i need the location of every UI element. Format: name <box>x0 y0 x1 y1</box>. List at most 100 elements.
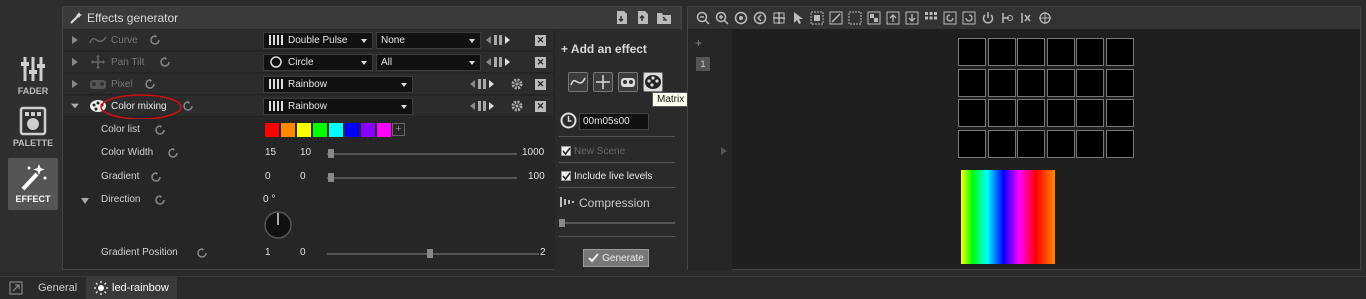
color-swatch[interactable] <box>297 123 311 137</box>
previous-icon[interactable] <box>486 58 491 66</box>
matrix-cell[interactable] <box>987 99 1016 127</box>
expand-arrow-icon[interactable] <box>71 79 79 89</box>
matrix-cell[interactable] <box>1105 129 1134 158</box>
pause-icon[interactable] <box>494 57 502 67</box>
matrix-cell[interactable] <box>958 99 986 127</box>
matrix-cell[interactable] <box>1017 99 1045 127</box>
add-matrix-effect-button[interactable] <box>643 72 663 92</box>
matrix-cell[interactable] <box>1105 99 1134 127</box>
matrix-cell[interactable] <box>1076 129 1104 158</box>
move-icon[interactable] <box>772 11 786 25</box>
expand-arrow-icon[interactable] <box>71 35 79 45</box>
matrix-cell[interactable] <box>987 129 1016 158</box>
reset-icon[interactable] <box>160 57 170 67</box>
gradient-position-slider-thumb[interactable] <box>427 249 433 258</box>
pause-icon[interactable] <box>478 79 486 89</box>
effect-tool[interactable]: EFFECT <box>8 158 58 210</box>
matrix-cell[interactable] <box>958 129 986 158</box>
color-swatch[interactable] <box>361 123 375 137</box>
select-grid-icon[interactable] <box>810 11 824 25</box>
add-color-button[interactable]: + <box>392 123 405 136</box>
play-icon[interactable] <box>505 58 510 66</box>
remove-effect-button[interactable]: ✕ <box>535 79 546 90</box>
matrix-cell[interactable] <box>987 68 1016 97</box>
fixture-settings-icon[interactable] <box>1000 11 1014 25</box>
open-folder-icon[interactable] <box>656 10 673 25</box>
rotate-left-icon[interactable] <box>943 11 957 25</box>
gradient-slider-track[interactable] <box>327 177 517 179</box>
remove-effect-button[interactable]: ✕ <box>535 57 546 68</box>
tab-led-rainbow[interactable]: led-rainbow <box>86 277 177 299</box>
zoom-in-icon[interactable] <box>715 11 729 25</box>
play-icon[interactable] <box>489 102 494 110</box>
matrix-cell[interactable] <box>1105 38 1134 66</box>
move-down-icon[interactable] <box>905 11 919 25</box>
color-width-slider-thumb[interactable] <box>328 149 334 158</box>
effect-row-curve[interactable]: Curve Double Pulse None ✕ <box>63 30 553 51</box>
add-pixel-effect-button[interactable] <box>618 72 638 92</box>
matrix-cell[interactable] <box>1076 68 1104 97</box>
pause-icon[interactable] <box>494 35 502 45</box>
reset-icon[interactable] <box>197 248 207 258</box>
pan-tilt-group-select[interactable]: All <box>376 53 481 71</box>
gear-icon[interactable] <box>511 78 523 90</box>
move-up-icon[interactable] <box>886 11 900 25</box>
color-swatch[interactable] <box>281 123 295 137</box>
play-icon[interactable] <box>505 36 510 44</box>
pause-icon[interactable] <box>478 101 486 111</box>
load-file-icon[interactable] <box>635 10 650 25</box>
color-swatch[interactable] <box>377 123 391 137</box>
color-swatch[interactable] <box>265 123 279 137</box>
matrix-cell[interactable] <box>1017 129 1045 158</box>
expand-arrow-icon[interactable] <box>721 147 727 155</box>
color-width-slider-track[interactable] <box>327 153 517 155</box>
remove-effect-button[interactable]: ✕ <box>535 101 546 112</box>
reset-icon[interactable] <box>150 35 160 45</box>
add-curve-effect-button[interactable] <box>568 72 588 92</box>
matrix-cell[interactable] <box>987 38 1016 66</box>
power-icon[interactable] <box>981 11 995 25</box>
previous-icon[interactable] <box>470 102 475 110</box>
gradient-value-2[interactable]: 0 <box>300 171 306 182</box>
reset-icon[interactable] <box>155 195 165 205</box>
effect-row-pixel[interactable]: Pixel Rainbow ✕ <box>63 74 553 95</box>
include-live-levels-checkbox[interactable] <box>561 171 571 181</box>
matrix-cell[interactable] <box>958 38 986 66</box>
expand-arrow-icon[interactable] <box>71 57 79 67</box>
matrix-cell[interactable] <box>1017 68 1045 97</box>
fader-tool[interactable]: FADER <box>8 54 58 100</box>
remove-effect-button[interactable]: ✕ <box>535 35 546 46</box>
color-swatch[interactable] <box>313 123 327 137</box>
reset-icon[interactable] <box>155 125 165 135</box>
reset-icon[interactable] <box>168 148 178 158</box>
effect-row-pan-tilt[interactable]: Pan Tilt Circle All ✕ <box>63 52 553 73</box>
matrix-cell[interactable] <box>1046 68 1075 97</box>
reset-icon[interactable] <box>183 101 193 111</box>
direction-dial[interactable] <box>263 210 293 240</box>
reset-icon[interactable] <box>145 79 155 89</box>
matrix-cell[interactable] <box>1046 129 1075 158</box>
color-mixing-pattern-select[interactable]: Rainbow <box>263 97 413 115</box>
group-number[interactable]: 1 <box>696 57 710 71</box>
tab-general[interactable]: General <box>30 277 85 299</box>
palette-tool[interactable]: PALETTE <box>8 106 58 152</box>
select-all-icon[interactable] <box>848 11 862 25</box>
effect-row-color-mixing[interactable]: Color mixing Rainbow ✕ <box>63 94 553 120</box>
target-icon[interactable] <box>1038 11 1052 25</box>
play-icon[interactable] <box>489 80 494 88</box>
color-width-value-2[interactable]: 10 <box>300 147 311 158</box>
matrix-cell[interactable] <box>1046 99 1075 127</box>
pointer-icon[interactable] <box>791 11 805 25</box>
gradient-position-value-2[interactable]: 0 <box>300 247 306 258</box>
collapse-arrow-icon[interactable] <box>71 101 79 111</box>
previous-icon[interactable] <box>470 80 475 88</box>
matrix-cell[interactable] <box>958 68 986 97</box>
save-file-icon[interactable] <box>614 10 629 25</box>
gradient-value-1[interactable]: 0 <box>265 171 271 182</box>
add-group-button[interactable]: + <box>695 36 702 50</box>
collapse-arrow-icon[interactable] <box>81 198 89 204</box>
gradient-position-slider-track[interactable] <box>327 253 539 255</box>
gradient-slider-thumb[interactable] <box>328 173 334 182</box>
matrix-cell[interactable] <box>1105 68 1134 97</box>
compression-slider-track[interactable] <box>559 222 675 224</box>
